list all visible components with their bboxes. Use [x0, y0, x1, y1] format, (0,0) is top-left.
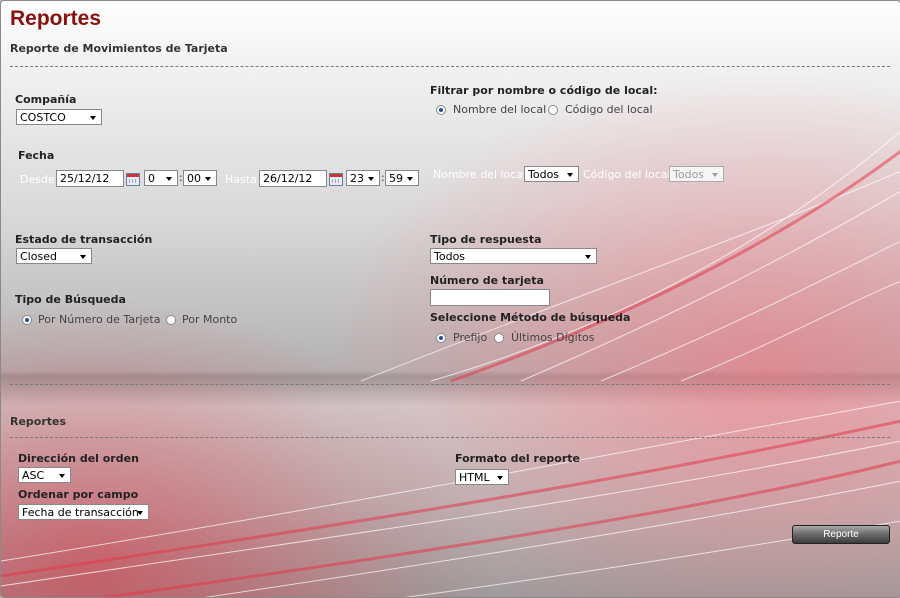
from-hour-select[interactable]: 0 — [144, 170, 178, 186]
report-format-value: HTML — [459, 471, 490, 484]
chevron-down-icon — [407, 177, 413, 181]
date-label: Fecha — [18, 149, 55, 162]
date-from-input[interactable]: 25/12/12 — [56, 170, 124, 187]
from-hour-value: 0 — [148, 172, 155, 185]
radio-card-number[interactable] — [22, 315, 32, 325]
page-subtitle: Reporte de Movimientos de Tarjeta — [10, 42, 228, 55]
chevron-down-icon — [497, 476, 503, 480]
transaction-state-select[interactable]: Closed — [16, 248, 92, 264]
local-filter-label: Filtrar por nombre o código de local: — [430, 84, 658, 97]
from-minute-select[interactable]: 00 — [183, 170, 217, 186]
to-minute-value: 59 — [389, 172, 403, 185]
chevron-down-icon — [59, 474, 65, 478]
chevron-down-icon — [137, 511, 143, 515]
local-code-label: Código del local — [583, 168, 671, 181]
report-format-label: Formato del reporte — [455, 452, 580, 465]
date-to-label: Hasta — [225, 173, 257, 186]
chevron-down-icon — [205, 177, 211, 181]
order-direction-value: ASC — [22, 469, 45, 482]
to-hour-value: 23 — [350, 172, 364, 185]
radio-last-digits[interactable] — [494, 333, 504, 343]
radio-local-code[interactable] — [548, 105, 558, 115]
company-select[interactable]: COSTCO — [16, 109, 102, 125]
radio-prefix-label: Prefijo — [453, 331, 488, 344]
chevron-down-icon — [567, 173, 573, 177]
radio-local-name[interactable] — [436, 105, 446, 115]
company-label: Compañía — [15, 93, 77, 106]
divider-middle — [10, 384, 890, 385]
calendar-icon[interactable] — [126, 173, 140, 186]
radio-local-code-label: Código del local — [565, 103, 653, 116]
search-method-label: Seleccione Método de búsqueda — [430, 311, 631, 324]
order-field-value: Fecha de transacción — [22, 506, 139, 519]
company-value: COSTCO — [20, 111, 66, 124]
report-panel: Reportes Reporte de Movimientos de Tarje… — [0, 0, 900, 598]
to-minute-select[interactable]: 59 — [385, 170, 419, 186]
report-button[interactable]: Reporte — [792, 525, 890, 544]
date-to-input[interactable]: 26/12/12 — [259, 170, 327, 187]
chevron-down-icon — [166, 177, 172, 181]
transaction-state-value: Closed — [20, 250, 57, 263]
order-direction-label: Dirección del orden — [18, 452, 139, 465]
chevron-down-icon — [80, 255, 86, 259]
to-hour-select[interactable]: 23 — [346, 170, 380, 186]
card-number-label: Número de tarjeta — [430, 274, 544, 287]
response-type-value: Todos — [434, 250, 466, 263]
response-type-label: Tipo de respuesta — [430, 233, 542, 246]
calendar-icon[interactable] — [329, 173, 343, 186]
radio-amount-label: Por Monto — [182, 313, 238, 326]
local-code-select[interactable]: Todos — [669, 166, 724, 182]
chevron-down-icon — [585, 255, 591, 259]
order-direction-select[interactable]: ASC — [18, 467, 71, 483]
chevron-down-icon — [712, 173, 718, 177]
report-format-select[interactable]: HTML — [455, 469, 509, 485]
order-field-select[interactable]: Fecha de transacción — [18, 504, 149, 520]
local-name-label: Nombre del local — [433, 168, 527, 181]
divider-top — [10, 66, 890, 67]
chevron-down-icon — [368, 177, 374, 181]
search-type-label: Tipo de Búsqueda — [15, 293, 126, 306]
page-title: Reportes — [10, 7, 102, 30]
transaction-state-label: Estado de transacción — [15, 233, 153, 246]
local-code-value: Todos — [673, 168, 705, 181]
divider-reports — [10, 437, 890, 438]
radio-local-name-label: Nombre del local — [453, 103, 547, 116]
radio-card-number-label: Por Número de Tarjeta — [38, 313, 161, 326]
response-type-select[interactable]: Todos — [430, 248, 597, 264]
card-number-input[interactable] — [430, 289, 550, 306]
order-field-label: Ordenar por campo — [18, 488, 139, 501]
date-from-label: Desde — [20, 173, 55, 186]
local-name-select[interactable]: Todos — [524, 166, 579, 182]
reports-section-title: Reportes — [10, 415, 67, 428]
chevron-down-icon — [90, 116, 96, 120]
local-name-value: Todos — [528, 168, 560, 181]
radio-amount[interactable] — [166, 315, 176, 325]
from-minute-value: 00 — [187, 172, 201, 185]
radio-prefix[interactable] — [436, 333, 446, 343]
radio-last-digits-label: Últimos Dígitos — [511, 331, 595, 344]
